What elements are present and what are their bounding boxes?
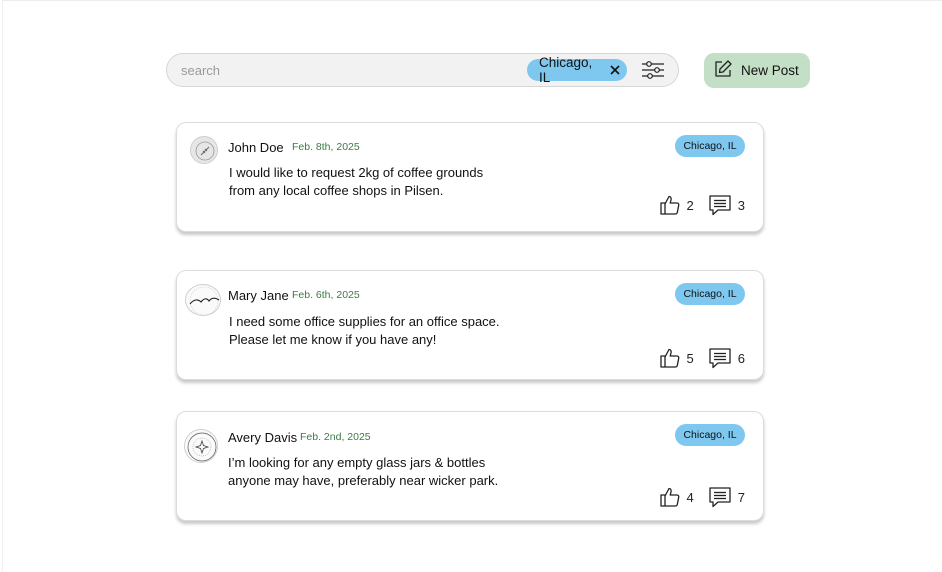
comment-count: 7 [737,489,745,505]
like-count: 2 [686,197,694,213]
like-button[interactable]: 2 [659,194,694,216]
search-input[interactable] [181,61,511,79]
location-tag[interactable]: Chicago, IL [675,283,745,305]
like-count: 4 [686,489,694,505]
location-filter-chip[interactable]: Chicago, IL [527,55,627,85]
post-text: I need some office supplies for an offic… [229,314,500,347]
avatar [184,429,218,463]
post-actions: 4 7 [659,486,745,508]
post-card[interactable]: Avery Davis Feb. 2nd, 2025 Chicago, IL I… [176,411,764,521]
location-filter-label: Chicago, IL [539,55,593,85]
comment-button[interactable]: 7 [708,486,745,508]
location-tag[interactable]: Chicago, IL [675,135,745,157]
comment-count: 6 [737,350,745,366]
author-name: Avery Davis [228,430,298,445]
comment-button[interactable]: 6 [708,347,745,369]
post-date: Feb. 8th, 2025 [292,141,360,153]
comment-icon [708,486,732,508]
location-tag[interactable]: Chicago, IL [675,424,745,446]
thumbs-up-icon [659,194,681,216]
edit-icon [713,59,733,82]
comment-button[interactable]: 3 [708,194,745,216]
author-name: Mary Jane [228,288,289,303]
post-text: I would like to request 2kg of coffee gr… [229,165,484,198]
like-button[interactable]: 4 [659,486,694,508]
post-card[interactable]: John Doe Feb. 8th, 2025 Chicago, IL I wo… [176,122,764,232]
post-text: I’m looking for any empty glass jars & b… [228,455,499,488]
search-bar[interactable]: Chicago, IL [166,53,679,87]
close-icon[interactable] [609,64,621,76]
avatar [185,284,221,316]
new-post-label: New Post [741,63,799,78]
like-count: 5 [686,350,694,366]
comment-icon [708,194,732,216]
post-date: Feb. 2nd, 2025 [300,431,371,443]
post-card[interactable]: Mary Jane Feb. 6th, 2025 Chicago, IL I n… [176,270,764,380]
post-actions: 5 6 [659,347,745,369]
post-actions: 2 3 [659,194,745,216]
thumbs-up-icon [659,347,681,369]
thumbs-up-icon [659,486,681,508]
new-post-button[interactable]: New Post [704,53,810,88]
comment-icon [708,347,732,369]
like-button[interactable]: 5 [659,347,694,369]
comment-count: 3 [737,197,745,213]
filter-sliders-icon[interactable] [641,59,665,81]
post-date: Feb. 6th, 2025 [292,289,360,301]
author-name: John Doe [228,140,284,155]
avatar [190,136,218,164]
